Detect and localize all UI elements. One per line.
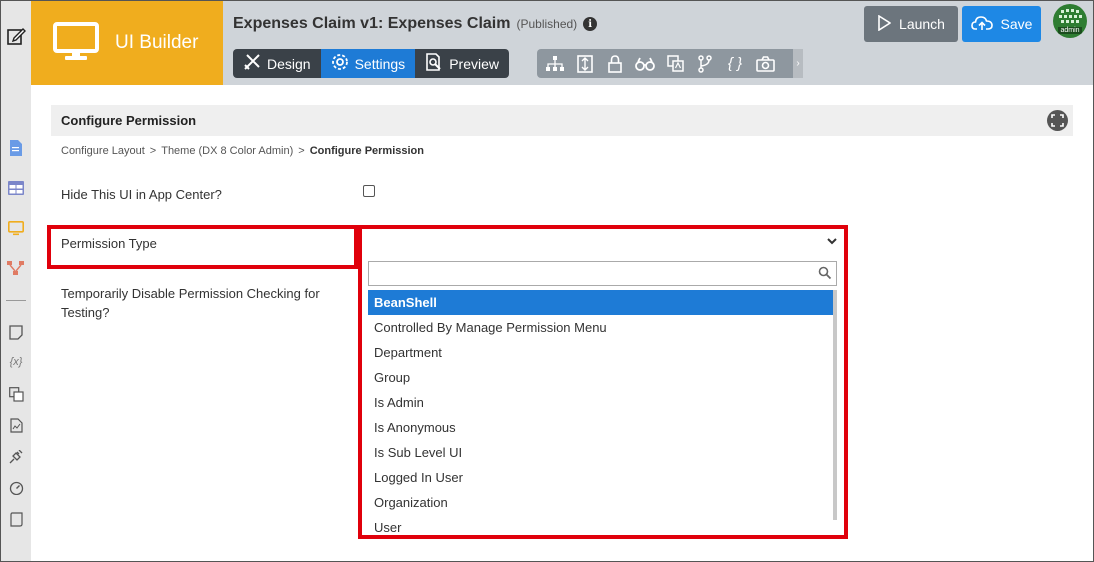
dropdown-option-user[interactable]: User: [368, 515, 837, 533]
launch-button[interactable]: Launch: [864, 6, 958, 42]
app-name: Expenses Claim v1: Expenses Claim: [233, 15, 511, 32]
variable-icon[interactable]: {x}: [6, 352, 26, 372]
dropdown-option-controlled-by-menu[interactable]: Controlled By Manage Permission Menu: [368, 315, 837, 340]
translate-icon[interactable]: [6, 384, 26, 404]
settings-tab[interactable]: Settings: [320, 49, 416, 78]
design-tab[interactable]: Design: [233, 49, 321, 78]
translate-icon[interactable]: [665, 54, 685, 74]
brand-block: UI Builder: [31, 1, 223, 85]
table-icon[interactable]: [6, 178, 26, 198]
brand-title: UI Builder: [115, 32, 199, 53]
app-status: (Published): [516, 17, 578, 31]
document-icon[interactable]: [6, 138, 26, 158]
preview-tab[interactable]: Preview: [415, 49, 509, 78]
permission-type-label: Permission Type: [61, 236, 157, 251]
left-rail: {x}: [1, 1, 31, 561]
dropdown-option-logged-in-user[interactable]: Logged In User: [368, 465, 837, 490]
permission-type-dropdown: BeanShell Controlled By Manage Permissio…: [367, 260, 838, 533]
design-icon: [243, 53, 261, 74]
mode-switcher: Design Settings Preview: [233, 49, 509, 78]
chevron-right-icon[interactable]: ›: [793, 49, 803, 78]
disable-permission-label: Temporarily Disable Permission Checking …: [61, 284, 320, 322]
play-icon: [877, 14, 892, 34]
braces-icon[interactable]: { }: [725, 54, 745, 74]
settings-tab-label: Settings: [354, 55, 406, 72]
breadcrumb-item[interactable]: Theme (DX 8 Color Admin): [161, 145, 293, 157]
preview-tab-label: Preview: [449, 55, 499, 72]
lock-icon[interactable]: [605, 54, 625, 74]
camera-icon[interactable]: [755, 54, 775, 74]
dropdown-option-beanshell[interactable]: BeanShell: [368, 290, 837, 315]
breadcrumb-separator: >: [298, 145, 305, 157]
builder-toolbar: { } ›: [537, 49, 803, 78]
script-icon[interactable]: [6, 509, 26, 529]
disable-permission-label-line2: Testing?: [61, 305, 110, 320]
dropdown-option-is-sub-level-ui[interactable]: Is Sub Level UI: [368, 440, 837, 465]
rail-separator: [6, 300, 26, 301]
dropdown-scrollbar[interactable]: [833, 290, 837, 520]
search-icon: [818, 266, 832, 280]
dropdown-search-input[interactable]: [369, 262, 809, 285]
launch-label: Launch: [899, 16, 945, 32]
hierarchy-icon[interactable]: [6, 258, 26, 278]
save-button[interactable]: Save: [962, 6, 1041, 42]
dropdown-option-department[interactable]: Department: [368, 340, 837, 365]
dropdown-option-organization[interactable]: Organization: [368, 490, 837, 515]
dashboard-icon[interactable]: [6, 478, 26, 498]
dropdown-option-is-admin[interactable]: Is Admin: [368, 390, 837, 415]
breadcrumb-separator: >: [149, 145, 157, 157]
dropdown-options: BeanShell Controlled By Manage Permissio…: [368, 290, 837, 533]
breadcrumb: Configure Layout > Theme (DX 8 Color Adm…: [61, 145, 424, 157]
fit-icon[interactable]: [575, 54, 595, 74]
expand-icon[interactable]: [1047, 110, 1068, 131]
dropdown-search: [368, 261, 837, 286]
breadcrumb-current: Configure Permission: [309, 145, 424, 157]
binoculars-icon[interactable]: [635, 54, 655, 74]
app-title: Expenses Claim v1: Expenses Claim (Publi…: [233, 15, 598, 33]
disable-permission-label-line1: Temporarily Disable Permission Checking …: [61, 286, 320, 301]
dropdown-option-is-anonymous[interactable]: Is Anonymous: [368, 415, 837, 440]
preview-icon: [425, 53, 443, 74]
hide-ui-checkbox[interactable]: [363, 185, 375, 197]
branch-icon[interactable]: [695, 54, 715, 74]
tree-icon[interactable]: [545, 54, 565, 74]
design-tab-label: Design: [267, 55, 311, 72]
breadcrumb-item[interactable]: Configure Layout: [61, 145, 145, 157]
chevron-down-icon[interactable]: [826, 235, 838, 247]
gear-icon: [331, 53, 349, 74]
edit-icon[interactable]: [6, 26, 26, 46]
info-icon[interactable]: i: [583, 17, 598, 31]
monitor-icon: [53, 21, 99, 65]
cloud-upload-icon: [970, 15, 993, 34]
hide-ui-label: Hide This UI in App Center?: [61, 187, 222, 202]
panel-title: Configure Permission: [51, 105, 1073, 136]
plugin-icon[interactable]: [6, 447, 26, 467]
avatar[interactable]: admin: [1053, 4, 1087, 38]
chart-icon[interactable]: [6, 415, 26, 435]
dropdown-option-group[interactable]: Group: [368, 365, 837, 390]
avatar-label: admin: [1058, 27, 1082, 34]
note-icon[interactable]: [6, 322, 26, 342]
monitor-icon[interactable]: [6, 218, 26, 238]
save-label: Save: [1000, 16, 1033, 32]
